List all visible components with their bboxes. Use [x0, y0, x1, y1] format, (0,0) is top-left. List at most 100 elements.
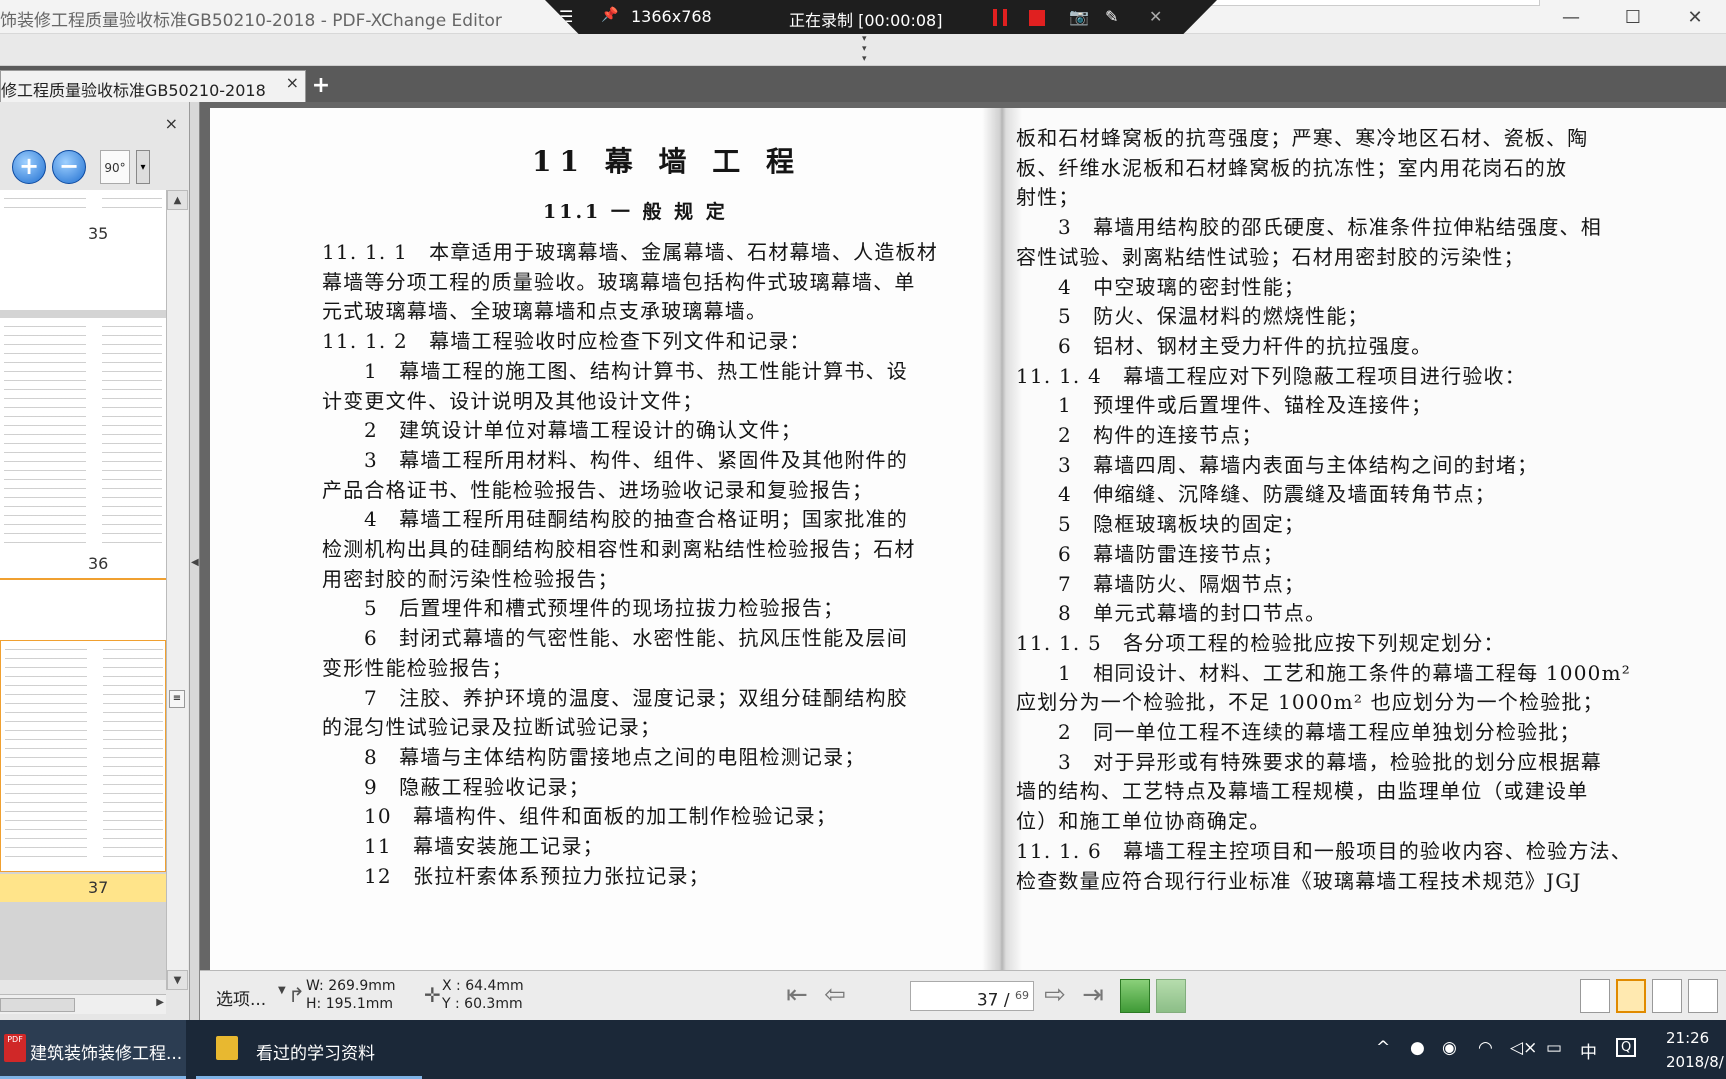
taskbar-app-pdf-editor[interactable]: PDF 建筑装饰装修工程...	[0, 1020, 186, 1079]
recording-resolution: 1366x768	[631, 7, 712, 26]
volume-muted-icon[interactable]: ◁×	[1510, 1038, 1537, 1058]
page-width: W: 269.9mm	[306, 978, 396, 994]
document-text-line: 2 建筑设计单位对幕墙工程设计的确认文件；	[364, 418, 802, 443]
document-text-line: 检测机构出具的硅酮结构胶相容性和剥离粘结性检验报告；石材	[322, 537, 916, 561]
document-text-line: 10 幕墙构件、组件和面板的加工制作检验记录；	[364, 804, 838, 829]
zoom-in-icon[interactable]: +	[12, 150, 46, 184]
tray-overflow-icon[interactable]: ^	[1376, 1038, 1390, 1058]
single-page-layout-icon[interactable]	[1580, 979, 1610, 1013]
page-gutter	[982, 108, 1022, 970]
cursor-x: X : 64.4mm	[442, 978, 524, 994]
document-view[interactable]: 11 幕 墙 工 程 11.1 一 般 规 定 11. 1. 1 本章适用于玻璃…	[200, 102, 1726, 970]
clock-time: 21:26	[1666, 1029, 1710, 1047]
search-box-icon[interactable]: Q	[1616, 1038, 1637, 1057]
cursor-y: Y : 60.3mm	[442, 996, 523, 1012]
document-text-line: 7 幕墙防火、隔烟节点；	[1058, 571, 1306, 596]
facing-layout-icon[interactable]	[1652, 979, 1682, 1013]
page-number-input[interactable]: 37 / 69	[910, 981, 1034, 1011]
last-page-icon[interactable]: ⇥	[1076, 981, 1110, 1011]
document-tab-bar: 修工程质量验收标准GB50210-2018 × +	[0, 66, 1726, 102]
scroll-right-icon[interactable]: ▶	[156, 997, 164, 1008]
thumbnail-page-36-spread[interactable]	[0, 318, 166, 558]
zoom-out-icon[interactable]: −	[52, 150, 86, 184]
scroll-grip[interactable]: ≡	[169, 690, 185, 708]
thumbnail-vertical-scrollbar[interactable]: ▲ ≡ ▼	[166, 190, 188, 990]
battery-icon[interactable]: ▭	[1546, 1038, 1562, 1058]
thumbnail-list: 35 36 37	[0, 190, 166, 980]
wechat-icon[interactable]: ◉	[1442, 1038, 1457, 1058]
scroll-thumb[interactable]	[0, 998, 75, 1012]
next-view-icon[interactable]	[1156, 979, 1186, 1013]
input-method-indicator[interactable]: 中	[1580, 1038, 1597, 1063]
document-text-line: 6 幕墙防雷连接节点；	[1058, 541, 1284, 566]
thumbnail-page-35[interactable]	[0, 248, 166, 310]
previous-view-icon[interactable]	[1120, 979, 1150, 1013]
page-separator: /	[998, 990, 1015, 1011]
close-tab-icon[interactable]: ×	[286, 73, 299, 92]
next-page-icon[interactable]: ⇨	[1038, 981, 1072, 1011]
first-page-icon[interactable]: ⇤	[780, 981, 814, 1011]
scroll-up-icon[interactable]: ▲	[167, 190, 188, 210]
system-clock[interactable]: 21:26 2018/8/	[1666, 1026, 1726, 1074]
panel-splitter[interactable]: ◀	[190, 102, 200, 1020]
document-text-line: 板、纤维水泥板和石材蜂窝板的抗冻性；室内用花岗石的放	[1016, 155, 1568, 180]
thumbnail-horizontal-scrollbar[interactable]: ▶	[0, 994, 166, 1014]
document-text-line: 5 隐框玻璃板块的固定；	[1058, 512, 1306, 537]
document-text-line: 4 幕墙工程所用硅酮结构胶的抽查合格证明；国家批准的	[364, 507, 908, 532]
thumbnail-page-36[interactable]	[0, 578, 166, 648]
document-text-line: 7 注胶、养护环境的温度、湿度记录；双组分硅酮结构胶	[364, 685, 908, 710]
pdf-page-right: 板和石材蜂窝板的抗弯强度；严寒、寒冷地区石材、瓷板、陶 板、纤维水泥板和石材蜂窝板…	[1000, 108, 1726, 970]
section-heading: 11.1 一 般 规 定	[543, 201, 728, 223]
folder-icon	[216, 1036, 238, 1060]
options-button[interactable]: 选项...	[216, 985, 266, 1010]
new-tab-icon[interactable]: +	[310, 75, 332, 98]
document-text-line: 板和石材蜂窝板的抗弯强度；严寒、寒冷地区石材、瓷板、陶	[1016, 126, 1589, 150]
document-tab-label: 修工程质量验收标准GB50210-2018	[1, 81, 266, 100]
taskbar-app-folder[interactable]: 看过的学习资料	[196, 1020, 422, 1079]
camera-icon[interactable]: 📷	[1069, 7, 1089, 26]
thumbnails-panel: × + − 90° ▾ 35 36 37 ▲ ≡ ▼ ▶	[0, 102, 190, 1020]
ribbon-collapsed-strip: ▾ ▾ ▾	[0, 34, 1726, 66]
page-height: H: 195.1mm	[306, 996, 394, 1012]
document-text-line: 的混匀性试验记录及拉断试验记录；	[322, 715, 662, 740]
document-text-line: 8 幕墙与主体结构防雷接地点之间的电阻检测记录；	[364, 744, 866, 769]
thumbnail-page-34[interactable]	[0, 190, 166, 220]
maximize-button[interactable]: ☐	[1602, 0, 1664, 34]
thumbnail-page-label: 35	[0, 220, 166, 248]
chapter-heading: 11 幕 墙 工 程	[532, 145, 802, 178]
document-text-line: 计变更文件、设计说明及其他设计文件；	[322, 388, 704, 413]
document-text-line: 11. 1. 6 幕墙工程主控项目和一般项目的验收内容、检验方法、	[1016, 838, 1632, 863]
scroll-down-icon[interactable]: ▼	[167, 970, 188, 990]
pen-icon[interactable]: ✎	[1105, 7, 1118, 26]
pause-recording-icon[interactable]	[993, 9, 1007, 26]
recorder-close-icon[interactable]: ✕	[1149, 7, 1162, 26]
close-panel-icon[interactable]: ×	[165, 114, 178, 133]
window-title: 饰装修工程质量验收标准GB50210-2018 - PDF-XChange Ed…	[0, 11, 502, 31]
facing-continuous-layout-icon[interactable]	[1688, 979, 1718, 1013]
document-text-line: 3 幕墙用结构胶的邵氏硬度、标准条件拉伸粘结强度、相	[1058, 215, 1602, 240]
document-tab[interactable]: 修工程质量验收标准GB50210-2018 ×	[0, 70, 306, 102]
document-text-line: 1 预埋件或后置埋件、锚栓及连接件；	[1058, 393, 1433, 418]
pdf-xchange-icon: PDF	[4, 1034, 26, 1062]
thumbnail-page-37-spread[interactable]	[0, 640, 166, 872]
rotate-dropdown-icon[interactable]: ▾	[136, 150, 150, 184]
pin-icon[interactable]: 📌	[601, 7, 618, 23]
document-text-line: 11. 1. 4 幕墙工程应对下列隐蔽工程项目进行验收：	[1016, 363, 1526, 388]
expand-ribbon-icon[interactable]: ▾ ▾ ▾	[862, 34, 867, 64]
rotate-90-icon[interactable]: 90°	[100, 150, 130, 184]
stop-recording-icon[interactable]	[1029, 10, 1045, 26]
close-window-button[interactable]: ✕	[1664, 0, 1726, 34]
document-text-line: 8 单元式幕墙的封口节点。	[1058, 601, 1327, 626]
minimize-button[interactable]: —	[1540, 0, 1602, 34]
network-icon[interactable]: ◠	[1478, 1038, 1493, 1058]
document-text-line: 11. 1. 1 本章适用于玻璃幕墙、金属幕墙、石材幕墙、人造板材	[322, 240, 938, 264]
document-text-line: 幕墙等分项工程的质量验收。玻璃幕墙包括构件式玻璃幕墙、单	[322, 269, 916, 294]
document-text-line: 射性；	[1016, 185, 1080, 210]
qq-icon[interactable]: ●	[1410, 1038, 1425, 1058]
collapse-panel-icon[interactable]: ◀	[191, 557, 199, 568]
options-dropdown-icon[interactable]: ▼	[278, 985, 286, 996]
windows-taskbar: PDF 建筑装饰装修工程... 看过的学习资料 ^ ● ◉ ◠ ◁× ▭ 中 Q…	[0, 1020, 1726, 1079]
continuous-layout-icon[interactable]	[1616, 979, 1646, 1013]
document-text-line: 位）和施工单位协商确定。	[1016, 809, 1271, 834]
previous-page-icon[interactable]: ⇦	[818, 981, 852, 1011]
